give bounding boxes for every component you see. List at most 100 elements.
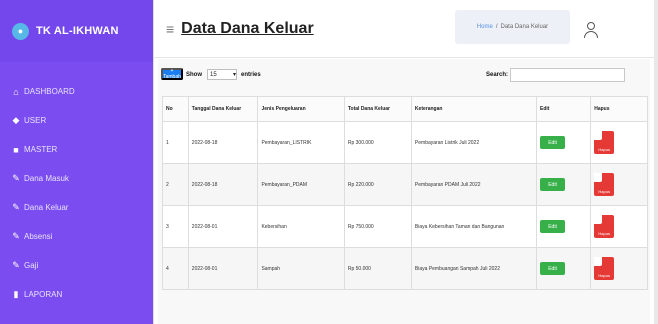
document-icon: ▮ [13, 289, 19, 299]
page-title: Data Dana Keluar [181, 19, 314, 37]
row-total: Rp 50.000 [343, 247, 412, 290]
row-date: 2022-08-18 [187, 163, 259, 206]
sidebar: ● TK AL-IKHWAN ⌂ DASHBOARD ◆ USER ■ MASTER … [0, 0, 153, 324]
school-logo-icon: ● [12, 22, 29, 40]
row-expense-type: Pembayaran_PDAM [257, 163, 345, 206]
sidebar-item-label: USER [24, 116, 47, 125]
brand-title: TK AL-IKHWAN [36, 25, 119, 37]
edit-icon: ✎ [12, 202, 20, 212]
delete-cell: Hapus [590, 163, 648, 206]
user-head-shape [587, 22, 595, 30]
app-window: ● TK AL-IKHWAN ⌂ DASHBOARD ◆ USER ■ MASTER … [0, 0, 658, 324]
row-expense-type: Pembayaran_LISTRIK [257, 121, 345, 164]
breadcrumb-current: Data Dana Keluar [500, 24, 549, 30]
sidebar-item-label: Dana Keluar [24, 203, 69, 212]
row-total: Rp 750.000 [343, 205, 412, 248]
column-header-total[interactable]: Total Dana Keluar [343, 96, 412, 122]
sidebar-item-label: Gaji [24, 261, 39, 270]
delete-button[interactable]: Hapus [594, 131, 615, 154]
chevron-down-icon: ▾ [232, 72, 236, 78]
house-icon: ⌂ [13, 86, 19, 97]
show-label: Show [186, 72, 202, 78]
edit-button[interactable]: Edit [540, 136, 566, 149]
edit-icon: ✎ [12, 260, 20, 270]
edit-cell: Edit [536, 205, 592, 248]
edit-cell: Edit [536, 247, 592, 290]
users-icon: ◆ [12, 115, 20, 125]
user-body-shape [584, 31, 598, 38]
row-number: 3 [162, 205, 189, 248]
delete-cell: Hapus [590, 121, 648, 164]
row-total: Rp 220.000 [343, 163, 412, 206]
sidebar-item-master[interactable]: ■ MASTER [0, 135, 153, 164]
vertical-scrollbar[interactable] [654, 0, 658, 324]
sidebar-item-label: MASTER [24, 145, 58, 154]
row-description: Pembayaran Listrik Juli 2022 [410, 121, 538, 164]
table-row: 4 2022-08-01 Sampah Rp 50.000 Biaya Pemb… [162, 247, 648, 290]
edit-icon: ✎ [12, 231, 20, 241]
sidebar-item-dashboard[interactable]: ⌂ DASHBOARD [0, 77, 153, 106]
search-label: Search: [486, 72, 509, 78]
user-profile-icon[interactable] [581, 20, 601, 40]
column-header-no[interactable]: No [162, 96, 189, 122]
breadcrumb: Home / Data Dana Keluar [455, 10, 570, 44]
row-expense-type: Sampah [257, 247, 345, 290]
table-header-row: No Tanggal Dana Keluar Jenis Pengeluaran… [162, 96, 648, 122]
sidebar-item-label: DASHBOARD [24, 87, 75, 96]
edit-button[interactable]: Edit [540, 262, 566, 275]
sidebar-item-laporan[interactable]: ▮ LAPORAN [0, 280, 153, 309]
top-header: ≡ Data Dana Keluar Home / Data Dana Kelu… [154, 0, 658, 58]
edit-icon: ✎ [12, 173, 20, 183]
edit-cell: Edit [536, 163, 592, 206]
row-number: 2 [162, 163, 189, 206]
row-description: Pembayaran PDAM Juli 2022 [410, 163, 538, 206]
entries-select[interactable]: 15 ▾ [207, 69, 237, 80]
breadcrumb-home-link[interactable]: Home [477, 24, 493, 30]
column-header-description[interactable]: Keterangan [410, 96, 538, 122]
folder-icon: ■ [13, 144, 19, 155]
row-date: 2022-08-01 [187, 205, 259, 248]
column-header-edit[interactable]: Edit [536, 96, 592, 122]
data-table-card: + Tambah Show 15 ▾ entries Search: No Ta… [158, 59, 650, 324]
delete-button[interactable]: Hapus [594, 257, 615, 280]
hamburger-menu-icon[interactable]: ≡ [166, 21, 174, 37]
entries-label: entries [241, 72, 261, 78]
sidebar-item-gaji[interactable]: ✎ Gaji [0, 251, 153, 280]
column-header-type[interactable]: Jenis Pengeluaran [257, 96, 345, 122]
row-number: 4 [162, 247, 189, 290]
dana-keluar-table: No Tanggal Dana Keluar Jenis Pengeluaran… [162, 96, 648, 290]
add-button[interactable]: + Tambah [161, 68, 183, 80]
sidebar-item-dana-keluar[interactable]: ✎ Dana Keluar [0, 193, 153, 222]
row-date: 2022-08-01 [187, 247, 259, 290]
sidebar-item-user[interactable]: ◆ USER [0, 106, 153, 135]
table-row: 3 2022-08-01 Kebersihan Rp 750.000 Biaya… [162, 205, 648, 248]
sidebar-item-label: Dana Masuk [24, 174, 69, 183]
breadcrumb-separator: / [495, 24, 498, 30]
delete-button[interactable]: Hapus [594, 173, 615, 196]
row-expense-type: Kebersihan [257, 205, 345, 248]
edit-cell: Edit [536, 121, 592, 164]
sidebar-item-dana-masuk[interactable]: ✎ Dana Masuk [0, 164, 153, 193]
delete-cell: Hapus [590, 205, 648, 248]
delete-cell: Hapus [590, 247, 648, 290]
sidebar-item-absensi[interactable]: ✎ Absensi [0, 222, 153, 251]
row-description: Biaya Pembuangan Sampah Juli 2022 [410, 247, 538, 290]
delete-button[interactable]: Hapus [594, 215, 615, 238]
edit-button[interactable]: Edit [540, 220, 566, 233]
row-date: 2022-08-18 [187, 121, 259, 164]
brand[interactable]: ● TK AL-IKHWAN [0, 0, 153, 62]
sidebar-item-label: Absensi [24, 232, 53, 241]
row-number: 1 [162, 121, 189, 164]
table-row: 2 2022-08-18 Pembayaran_PDAM Rp 220.000 … [162, 163, 648, 206]
row-total: Rp 300.000 [343, 121, 412, 164]
entries-value: 15 [210, 71, 217, 78]
table-row: 1 2022-08-18 Pembayaran_LISTRIK Rp 300.0… [162, 121, 648, 164]
sidebar-item-label: LAPORAN [24, 290, 63, 299]
main-panel: ≡ Data Dana Keluar Home / Data Dana Kelu… [153, 0, 658, 324]
search-input[interactable] [510, 68, 625, 82]
table-controls: + Tambah Show 15 ▾ entries Search: [158, 59, 650, 96]
row-description: Biaya Kebersihan Taman dan Bangunan [410, 205, 538, 248]
edit-button[interactable]: Edit [540, 178, 566, 191]
column-header-delete[interactable]: Hapus [590, 96, 648, 122]
column-header-date[interactable]: Tanggal Dana Keluar [187, 96, 259, 122]
